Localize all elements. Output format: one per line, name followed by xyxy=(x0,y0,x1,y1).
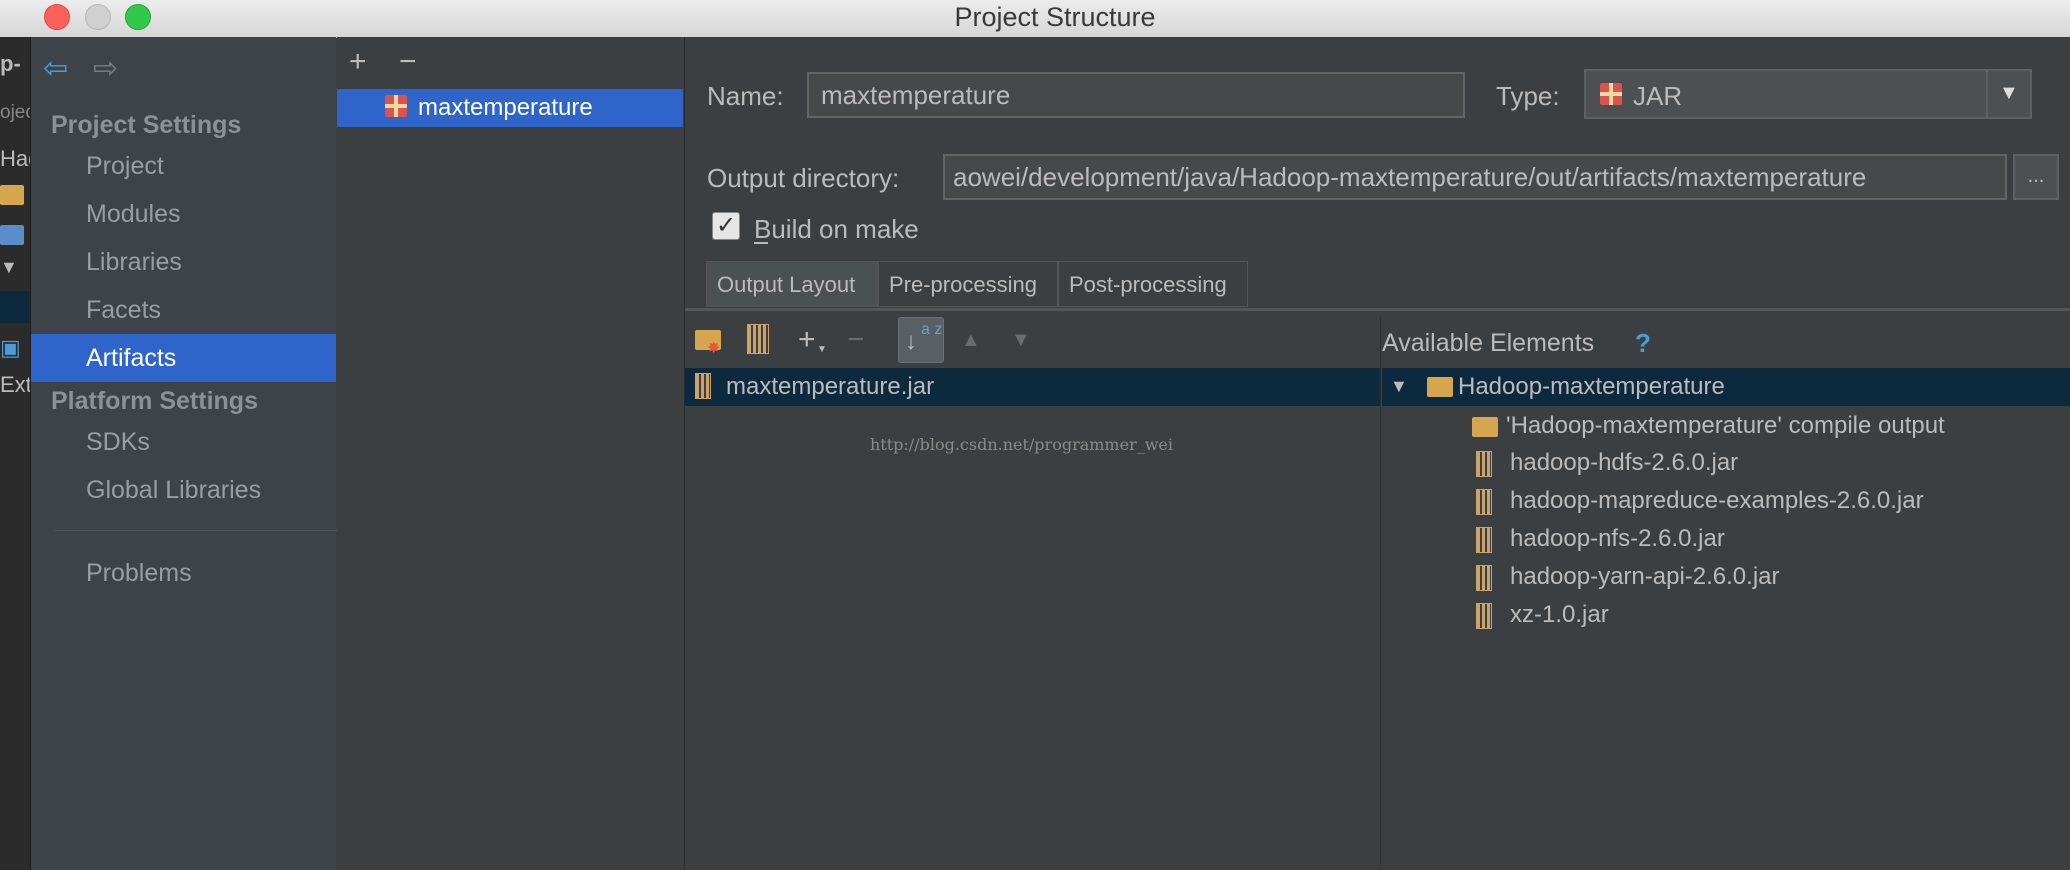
nav-item-artifacts[interactable]: Artifacts xyxy=(31,334,336,382)
dropdown-icon: ▼ xyxy=(817,344,827,355)
available-item-label: xz-1.0.jar xyxy=(1510,601,1609,628)
remove-element-button[interactable]: − xyxy=(847,323,865,357)
remove-artifact-button[interactable]: − xyxy=(399,45,417,79)
jar-icon xyxy=(1476,527,1492,558)
artifacts-list-panel: + − maxtemperature xyxy=(337,37,685,870)
available-item-label: hadoop-mapreduce-examples-2.6.0.jar xyxy=(1510,487,1924,514)
jar-icon xyxy=(1476,603,1492,634)
available-elements-title: Available Elements xyxy=(1382,329,1595,357)
build-on-make-label: Build on make xyxy=(754,214,919,244)
tab-post-processing[interactable]: Post-processing xyxy=(1058,261,1248,307)
jar-icon xyxy=(1476,451,1492,482)
nav-divider xyxy=(55,530,347,531)
strip-selection xyxy=(0,291,30,323)
folder-icon xyxy=(1472,417,1498,442)
strip-text: ojec xyxy=(0,102,30,123)
artifact-editor: Name: maxtemperature Type: JAR ▼ Output … xyxy=(685,37,2070,870)
nav-item-modules[interactable]: Modules xyxy=(86,200,181,229)
expand-triangle-icon[interactable]: ▼ xyxy=(1390,376,1408,397)
create-directory-icon[interactable]: ✸ xyxy=(695,330,721,357)
output-root-item: maxtemperature.jar xyxy=(726,373,935,400)
browse-output-directory-button[interactable]: ... xyxy=(2013,154,2059,200)
available-item-label: hadoop-yarn-api-2.6.0.jar xyxy=(1510,563,1780,590)
mnemonic-underline xyxy=(754,242,768,244)
strip-text: Ext xyxy=(0,372,31,397)
output-layout-root-row[interactable]: maxtemperature.jar xyxy=(685,368,1380,406)
available-item-label: hadoop-nfs-2.6.0.jar xyxy=(1510,525,1725,552)
jar-icon xyxy=(695,373,711,404)
nav-item-sdks[interactable]: SDKs xyxy=(86,428,150,457)
strip-text: Had xyxy=(0,146,30,171)
type-label: Type: xyxy=(1496,81,1560,111)
artifact-name: maxtemperature xyxy=(418,94,593,121)
nav-item-facets[interactable]: Facets xyxy=(86,296,161,325)
tab-pre-processing[interactable]: Pre-processing xyxy=(878,261,1058,307)
available-root-label: Hadoop-maxtemperature xyxy=(1458,373,1725,400)
name-label: Name: xyxy=(707,81,784,111)
output-directory-label: Output directory: xyxy=(707,163,900,193)
add-element-button[interactable]: + xyxy=(798,323,816,357)
sort-toggle-button[interactable]: ↓ a z xyxy=(898,317,944,363)
gift-icon xyxy=(385,95,407,117)
module-icon: ▣ xyxy=(0,335,21,360)
gift-icon xyxy=(1600,83,1622,105)
output-directory-field[interactable]: aowei/development/java/Hadoop-maxtempera… xyxy=(943,154,2007,200)
background-ide-strip: p- ojec Had ▼ ▣ Ext xyxy=(0,37,31,870)
add-artifact-button[interactable]: + xyxy=(349,45,367,79)
move-up-icon[interactable]: ▲ xyxy=(961,329,981,352)
available-item-label: hadoop-hdfs-2.6.0.jar xyxy=(1510,449,1739,476)
sort-icon: a z xyxy=(921,321,943,338)
jar-icon xyxy=(1476,565,1492,596)
build-on-make-checkbox[interactable]: ✓ xyxy=(712,212,740,240)
watermark: http://blog.csdn.net/programmer_wei xyxy=(870,435,1173,454)
project-settings-header: Project Settings xyxy=(51,111,242,139)
jar-icon[interactable] xyxy=(747,324,769,359)
nav-item-problems[interactable]: Problems xyxy=(86,559,192,588)
tab-underline xyxy=(685,308,2070,311)
settings-nav: ⇦ ⇨ Project Settings Project Modules Lib… xyxy=(31,37,347,870)
help-icon[interactable]: ? xyxy=(1635,328,1651,359)
triangle-down-icon: ▼ xyxy=(0,257,18,277)
nav-item-project[interactable]: Project xyxy=(86,152,164,181)
platform-settings-header: Platform Settings xyxy=(51,387,258,415)
type-select[interactable]: JAR ▼ xyxy=(1584,69,2032,119)
nav-item-libraries[interactable]: Libraries xyxy=(86,248,182,277)
sort-arrow-icon: ↓ xyxy=(905,328,917,355)
window-title: Project Structure xyxy=(954,2,1156,32)
jar-icon xyxy=(1476,489,1492,520)
tab-output-layout[interactable]: Output Layout xyxy=(706,261,878,307)
nav-item-artifacts-label: Artifacts xyxy=(86,344,177,372)
available-item-label: 'Hadoop-maxtemperature' compile output xyxy=(1506,412,1945,439)
folder-icon xyxy=(1427,377,1453,402)
move-down-icon[interactable]: ▼ xyxy=(1011,329,1031,352)
available-root-row[interactable]: ▼ Hadoop-maxtemperature xyxy=(1382,368,2070,406)
folder-icon xyxy=(0,185,24,211)
name-field[interactable]: maxtemperature xyxy=(807,72,1465,118)
nav-item-global-libraries[interactable]: Global Libraries xyxy=(86,476,261,505)
strip-text: p- xyxy=(0,51,21,76)
type-value: JAR xyxy=(1633,81,1683,111)
back-arrow-icon[interactable]: ⇦ xyxy=(43,51,68,86)
folder-icon xyxy=(0,225,24,251)
chevron-down-icon: ▼ xyxy=(1999,82,2019,104)
forward-arrow-icon[interactable]: ⇨ xyxy=(93,51,118,86)
pane-splitter[interactable] xyxy=(1380,317,1381,870)
type-dropdown-toggle[interactable]: ▼ xyxy=(1986,71,2032,117)
artifact-list-item[interactable]: maxtemperature xyxy=(337,89,683,127)
